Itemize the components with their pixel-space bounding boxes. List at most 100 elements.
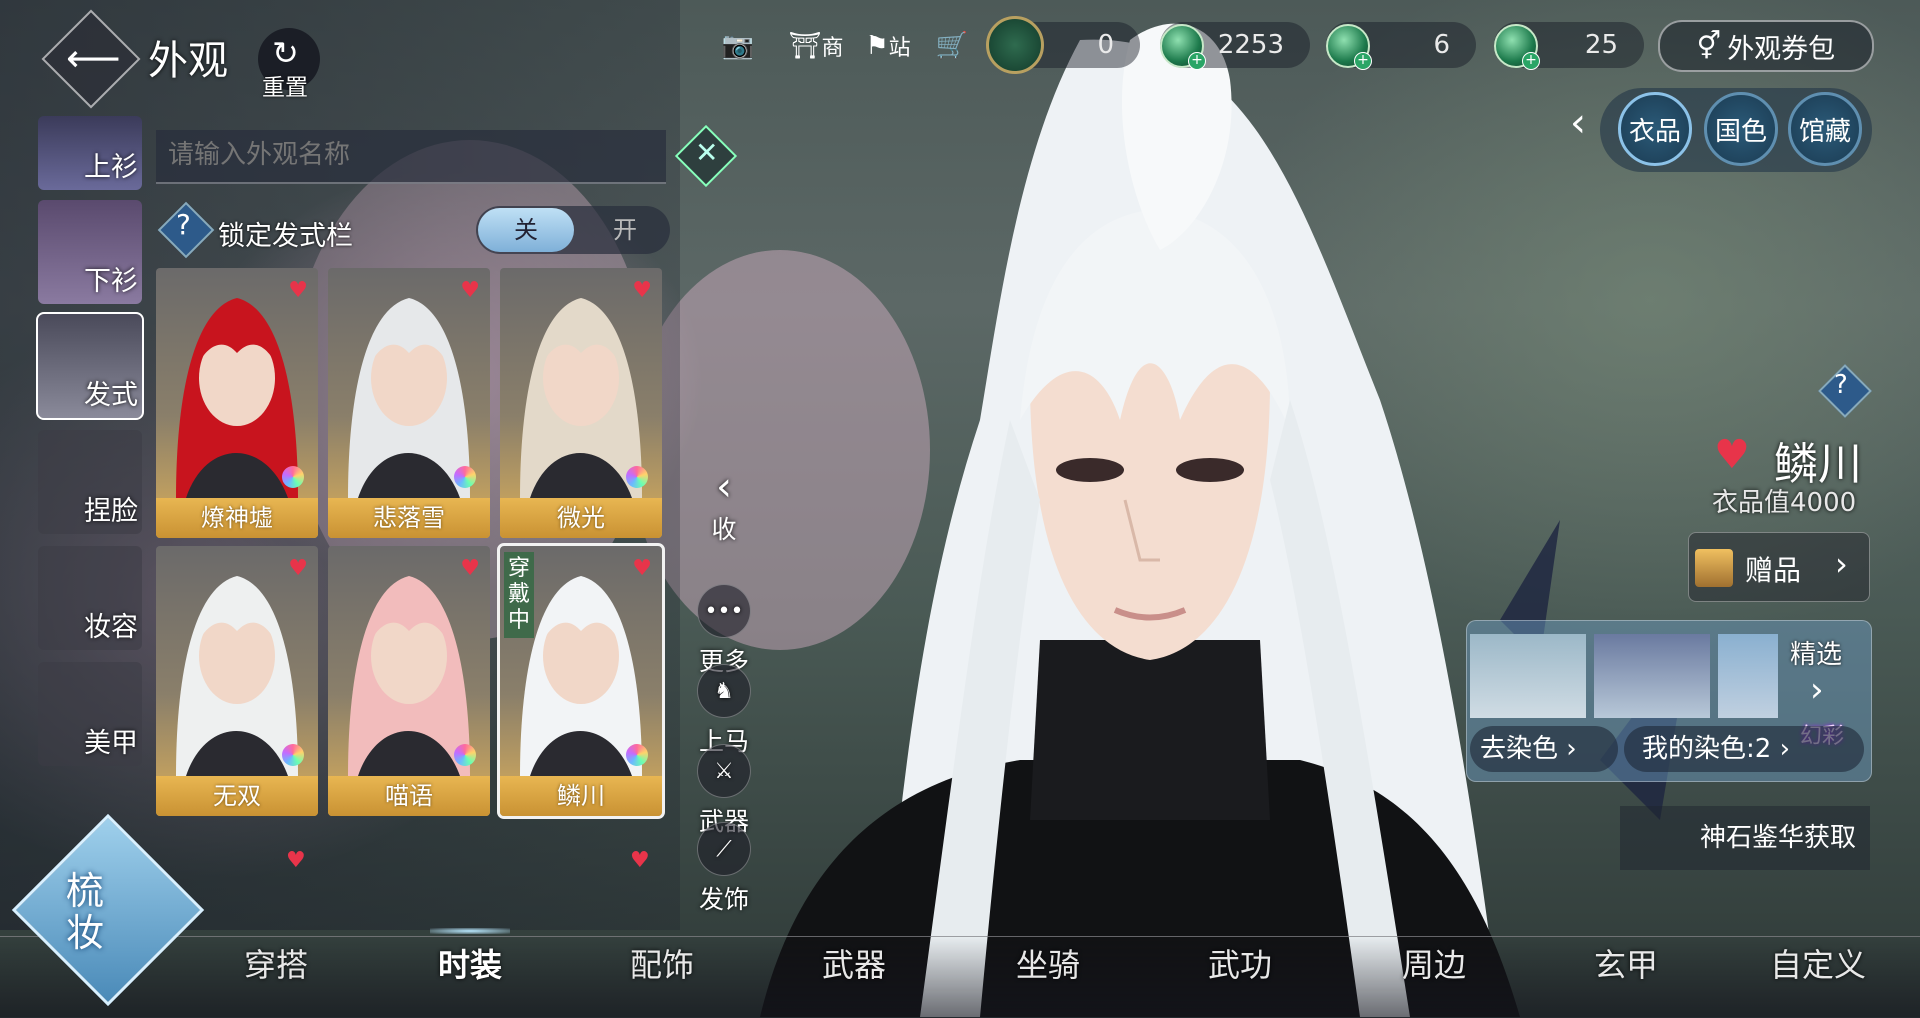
lock-toggle[interactable]: 关 开 — [476, 206, 670, 254]
tab-outfit[interactable]: 穿搭 — [244, 940, 308, 986]
dye-swatch-2[interactable] — [1594, 634, 1710, 718]
shop-button[interactable]: ⛩ 商 — [786, 24, 846, 68]
tab-guancang[interactable]: 馆藏 — [1788, 92, 1862, 166]
coupon-bag-button[interactable]: ⚥ 外观券包 — [1658, 20, 1874, 72]
side-nav-label: 妆容 — [84, 612, 138, 643]
reset-button[interactable]: ↻ 重置 — [258, 28, 320, 101]
side-nav-nails[interactable]: 美甲 — [38, 662, 142, 766]
tab-guose[interactable]: 国色 — [1704, 92, 1778, 166]
hair-card[interactable]: ♥ 燎神墟 — [156, 268, 318, 538]
hair-card-name: 无双 — [156, 776, 318, 816]
currency-value: 6 — [1433, 30, 1450, 60]
station-button[interactable]: ⚑ 站 — [858, 24, 918, 68]
search-field[interactable] — [156, 130, 666, 184]
chevron-right-icon: › — [1771, 734, 1790, 764]
tab-fashion[interactable]: 时装 — [438, 940, 502, 986]
gem-plus-icon[interactable]: + — [1326, 24, 1372, 70]
hair-card[interactable]: ♥ 无双 — [156, 546, 318, 816]
dye-swatch-3[interactable] — [1718, 634, 1778, 718]
chevron-left-icon[interactable]: ‹ — [1570, 100, 1586, 146]
cart-icon[interactable]: 🛒 — [930, 24, 974, 68]
close-x-glyph: ✕ — [695, 136, 719, 169]
chevron-right-icon: › — [1558, 734, 1577, 764]
station-icon: ⚑ — [865, 31, 889, 61]
currency-value: 0 — [1097, 30, 1114, 60]
heart-icon[interactable]: ♥ — [288, 556, 308, 581]
tab-martial[interactable]: 武功 — [1208, 940, 1272, 986]
toggle-off[interactable]: 关 — [478, 208, 574, 252]
favorite-heart-icon[interactable]: ♥ — [1714, 432, 1750, 478]
chevron-right-icon[interactable]: › — [1810, 670, 1824, 710]
tab-label: 自定义 — [1770, 946, 1867, 984]
active-tab-indicator — [430, 928, 510, 934]
camera-icon[interactable]: 📷 — [716, 24, 760, 68]
source-button[interactable]: 神石鉴华获取 — [1620, 806, 1870, 870]
jade-ring-icon[interactable] — [986, 16, 1044, 74]
side-nav-bottom[interactable]: 下衫 — [38, 200, 142, 304]
heart-icon[interactable]: ♥ — [632, 278, 652, 303]
side-nav-label: 捏脸 — [84, 496, 138, 527]
tab-accessory[interactable]: 配饰 — [630, 940, 694, 986]
chevron-right-icon: › — [1835, 545, 1848, 583]
heart-icon: ♥ — [286, 848, 306, 873]
collapse-button[interactable]: ‹ 收 — [694, 464, 754, 546]
horse-icon: ♞ — [697, 664, 751, 718]
reset-label: 重置 — [262, 75, 308, 101]
side-nav-face[interactable]: 捏脸 — [38, 430, 142, 534]
hair-card[interactable]: ♥ 喵语 — [328, 546, 490, 816]
heart-icon[interactable]: ♥ — [460, 278, 480, 303]
gift-label: 赠品 — [1745, 554, 1802, 587]
item-value: 衣品值4000 — [1712, 488, 1857, 518]
side-nav-makeup[interactable]: 妆容 — [38, 546, 142, 650]
back-arrow-icon: ⟵ — [66, 36, 121, 80]
tab-label: 坐骑 — [1016, 946, 1081, 984]
tab-merch[interactable]: 周边 — [1402, 940, 1466, 986]
toggle-on[interactable]: 开 — [582, 208, 668, 252]
lock-hair-label: 锁定发式栏 — [218, 221, 353, 252]
gender-icon: ⚥ — [1696, 30, 1722, 62]
hair-accessory-button[interactable]: ⟋ 发饰 — [694, 822, 754, 916]
shop-label: 商 — [821, 36, 844, 61]
hair-card-name: 燎神墟 — [156, 498, 318, 538]
heart-icon[interactable]: ♥ — [632, 556, 652, 581]
tab-weapon[interactable]: 武器 — [822, 940, 886, 986]
featured-label[interactable]: 精选 — [1790, 634, 1842, 671]
tab-custom[interactable]: 自定义 — [1770, 940, 1866, 986]
gift-button[interactable]: 赠品 › — [1688, 532, 1870, 602]
station-label: 站 — [888, 36, 911, 61]
dye-swatch-1[interactable] — [1470, 634, 1586, 718]
tab-armor[interactable]: 玄甲 — [1594, 940, 1658, 986]
hairpin-icon: ⟋ — [697, 822, 751, 876]
tab-label: 馆藏 — [1798, 116, 1851, 147]
hair-accessory-label: 发饰 — [698, 885, 749, 914]
gift-thumb-icon — [1695, 549, 1733, 587]
green-gem-icon[interactable]: + — [1160, 24, 1206, 70]
dye-orb-icon — [282, 466, 304, 488]
side-nav-top[interactable]: 上衫 — [38, 116, 142, 190]
tab-label: 玄甲 — [1594, 946, 1659, 984]
dye-orb-icon — [626, 744, 648, 766]
help-glyph: ? — [1834, 370, 1848, 400]
hair-card-name: 微光 — [500, 498, 662, 538]
tab-label: 武功 — [1208, 946, 1273, 984]
my-dye-label: 我的染色:2 — [1642, 734, 1772, 764]
currency-value: 2253 — [1217, 30, 1284, 60]
tab-label: 武器 — [822, 946, 887, 984]
hair-card[interactable]: ♥ 微光 — [500, 268, 662, 538]
dye-orb-icon — [454, 466, 476, 488]
heart-icon[interactable]: ♥ — [460, 556, 480, 581]
side-nav-label: 上衫 — [84, 152, 138, 183]
heart-icon[interactable]: ♥ — [288, 278, 308, 303]
hair-card[interactable]: ♥ 鳞川 穿戴中 — [497, 543, 665, 819]
toggle-off-label: 关 — [514, 216, 538, 244]
my-dye-button[interactable]: 我的染色:2 › — [1624, 726, 1864, 772]
search-input[interactable] — [166, 130, 650, 180]
tab-yipin[interactable]: 衣品 — [1618, 92, 1692, 166]
shop-icon: ⛩ — [788, 31, 822, 61]
side-nav-hair[interactable]: 发式 — [36, 312, 144, 420]
hair-card-name: 悲落雪 — [328, 498, 490, 538]
hair-card[interactable]: ♥ 悲落雪 — [328, 268, 490, 538]
gem-plus-icon-2[interactable]: + — [1494, 24, 1540, 70]
tab-mount[interactable]: 坐骑 — [1016, 940, 1080, 986]
remove-dye-button[interactable]: 去染色 › — [1470, 726, 1618, 772]
